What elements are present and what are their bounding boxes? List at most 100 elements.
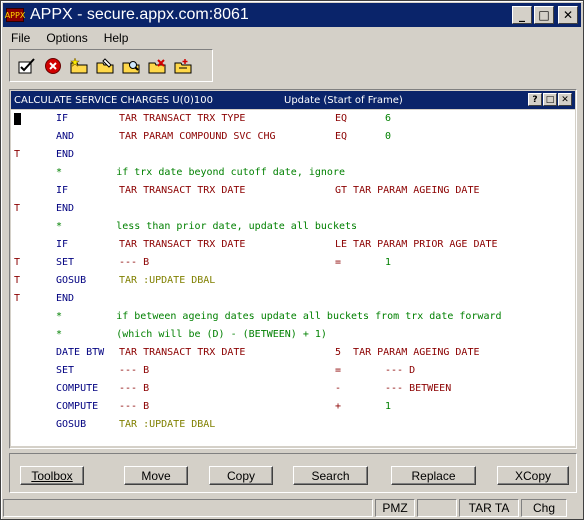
code-field: TAR TRANSACT TRX DATE (119, 347, 246, 358)
copy-button-label: Copy (226, 468, 255, 483)
code-line[interactable]: * if trx date beyond cutoff date, ignore (11, 164, 575, 182)
code-line[interactable]: SET --- B = --- D (11, 362, 575, 380)
delete-button[interactable] (146, 55, 168, 77)
code-operand: 0 (385, 131, 392, 142)
code-line[interactable]: T END (11, 290, 575, 308)
code-operand: 6 (385, 113, 392, 124)
maximize-button[interactable]: □ (534, 6, 554, 24)
code-line[interactable]: IF TAR TRANSACT TRX TYPE EQ 6 (11, 110, 575, 128)
code-field: --- B (119, 257, 150, 268)
code-operand: --- BETWEEN (385, 383, 452, 394)
code-line[interactable]: IF TAR TRANSACT TRX DATE GT TAR PARAM AGEI… (11, 182, 575, 200)
code-comment: * less than prior date, update all bucke… (56, 221, 358, 232)
true-flag: T (14, 203, 21, 214)
code-verb: COMPUTE (56, 383, 99, 394)
status-blank (417, 499, 457, 517)
maximize-icon: □ (538, 8, 550, 22)
code-operator: GT TAR PARAM AGEING DATE (335, 185, 480, 196)
code-operator: + (335, 401, 342, 412)
code-operator: EQ (335, 131, 348, 142)
help-icon: ? (532, 94, 538, 105)
code-verb: AND (56, 131, 75, 142)
toolbox-button[interactable]: Toolbox (20, 466, 84, 485)
appx-window: APPX APPX - secure.appx.com:8061 _ □ ✕ F… (0, 0, 584, 520)
code-line[interactable]: T END (11, 200, 575, 218)
title-bar[interactable]: APPX APPX - secure.appx.com:8061 _ □ ✕ (3, 3, 581, 27)
code-operator: EQ (335, 113, 348, 124)
code-line[interactable]: * (which will be (D) - (BETWEEN) + 1) (11, 326, 575, 344)
add-record-icon (70, 57, 88, 73)
code-field: TAR :UPDATE DBAL (119, 419, 216, 430)
code-operator: 5 TAR PARAM AGEING DATE (335, 347, 480, 358)
move-button[interactable]: Move (124, 466, 188, 485)
minimize-button[interactable]: _ (512, 6, 532, 24)
restore-icon: □ (545, 94, 555, 105)
true-flag: T (14, 257, 21, 268)
menu-help[interactable]: Help (96, 31, 137, 45)
code-field: TAR TRANSACT TRX DATE (119, 185, 246, 196)
code-comment: * (which will be (D) - (BETWEEN) + 1) (56, 329, 327, 340)
menu-bar: File Options Help (3, 28, 136, 48)
menu-file[interactable]: File (3, 31, 38, 45)
code-line[interactable]: T SET --- B = 1 (11, 254, 575, 272)
code-operand: 1 (385, 401, 392, 412)
code-field: TAR :UPDATE DBAL (119, 275, 216, 286)
cancel-button[interactable] (42, 55, 64, 77)
ok-button[interactable] (16, 55, 38, 77)
code-comment: * if between ageing dates update all buc… (56, 311, 502, 322)
inquire-button[interactable] (120, 55, 142, 77)
code-verb: IF (56, 185, 69, 196)
search-button-label: Search (311, 468, 350, 483)
scan-record-icon (174, 58, 192, 73)
code-line[interactable]: COMPUTE --- B - --- BETWEEN (11, 380, 575, 398)
status-application: TAR TA (459, 499, 519, 517)
frame-close-button[interactable]: ✕ (558, 93, 572, 106)
code-line[interactable]: GOSUB TAR :UPDATE DBAL (11, 416, 575, 434)
copy-button[interactable]: Copy (209, 466, 273, 485)
code-line[interactable]: COMPUTE --- B +1 (11, 398, 575, 416)
button-bar: Toolbox Move Copy Search Replace XCopy (9, 453, 577, 493)
code-operator: - (335, 383, 342, 394)
frame-help-button[interactable]: ? (528, 93, 542, 106)
scan-button[interactable] (172, 55, 194, 77)
code-line[interactable]: T END (11, 146, 575, 164)
change-button[interactable] (94, 55, 116, 77)
code-verb: DATE BTW (56, 347, 105, 358)
checkmark-icon (18, 57, 35, 73)
change-record-icon (96, 57, 114, 73)
code-operator: LE TAR PARAM PRIOR AGE DATE (335, 239, 498, 250)
code-comment: * if trx date beyond cutoff date, ignore (56, 167, 345, 178)
add-button[interactable] (68, 55, 90, 77)
code-verb: END (56, 293, 75, 304)
editor-frame: CALCULATE SERVICE CHARGES U(0)100 Update… (9, 89, 577, 449)
replace-button[interactable]: Replace (391, 466, 476, 485)
status-bar: PMZ TAR TA Chg (3, 498, 581, 518)
frame-title-mode: Update (Start of Frame) (284, 94, 403, 106)
code-line[interactable]: IF TAR TRANSACT TRX DATE LE TAR PARAM PRIO… (11, 236, 575, 254)
code-line[interactable]: DATE BTW TAR TRANSACT TRX DATE 5 TAR PARAM… (11, 344, 575, 362)
search-button[interactable]: Search (293, 466, 368, 485)
code-field: --- B (119, 383, 150, 394)
xcopy-button-label: XCopy (514, 468, 552, 483)
frame-restore-button[interactable]: □ (543, 93, 557, 106)
frame-title-bar: CALCULATE SERVICE CHARGES U(0)100 Update… (11, 91, 575, 109)
code-verb: GOSUB (56, 419, 87, 430)
code-line[interactable]: * if between ageing dates update all buc… (11, 308, 575, 326)
code-operand: --- D (385, 365, 416, 376)
code-line[interactable]: T GOSUB TAR :UPDATE DBAL (11, 272, 575, 290)
code-verb: GOSUB (56, 275, 87, 286)
status-mode: Chg (521, 499, 567, 517)
code-field: --- B (119, 365, 150, 376)
toolbar (9, 49, 213, 82)
code-line[interactable]: AND TAR PARAM COMPOUND SVC CHG EQ 0 (11, 128, 575, 146)
code-field: TAR TRANSACT TRX TYPE (119, 113, 246, 124)
code-operator: = (335, 365, 342, 376)
menu-options[interactable]: Options (38, 31, 95, 45)
code-verb: END (56, 149, 75, 160)
xcopy-button[interactable]: XCopy (497, 466, 569, 485)
appx-logo-icon: APPX (5, 8, 25, 22)
true-flag: T (14, 275, 21, 286)
ils-code-editor[interactable]: IF TAR TRANSACT TRX TYPE EQ 6 AND TAR PARAM C… (11, 110, 575, 446)
code-line[interactable]: * less than prior date, update all bucke… (11, 218, 575, 236)
close-button[interactable]: ✕ (558, 6, 578, 24)
